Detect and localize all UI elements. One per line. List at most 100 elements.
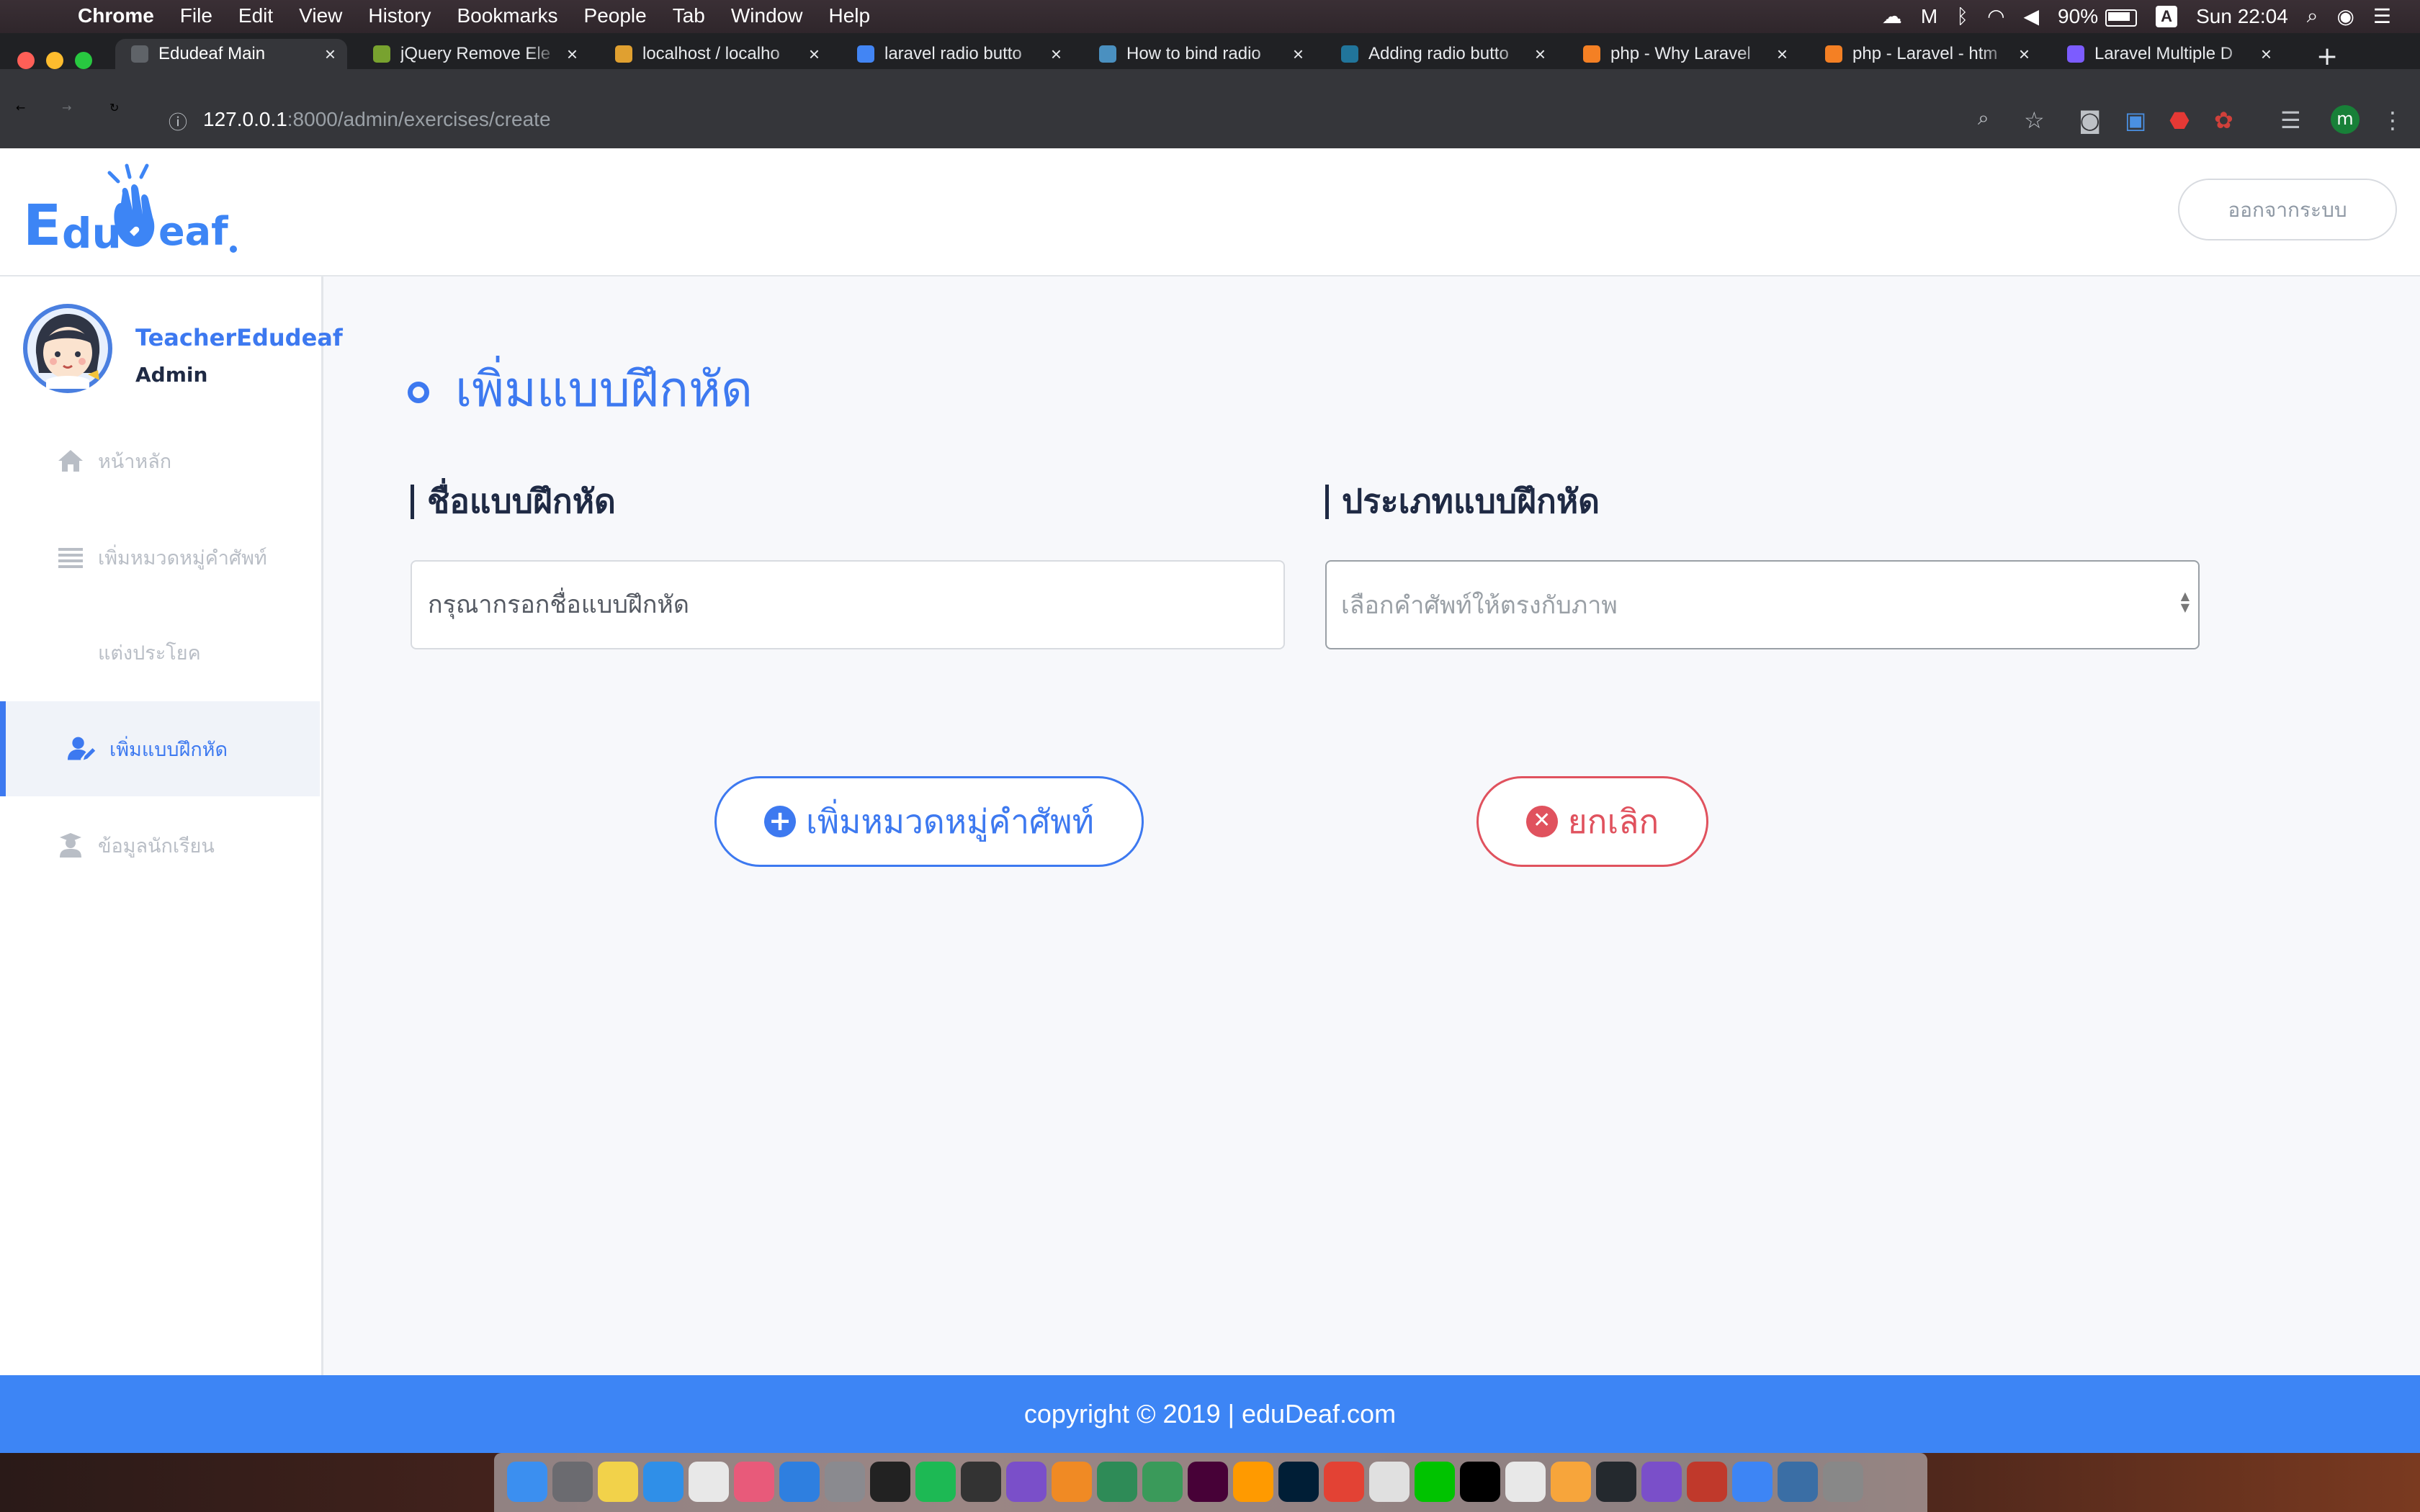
browser-tab[interactable]: jQuery Remove Ele × (357, 39, 589, 69)
dock-app-icon[interactable] (915, 1462, 956, 1502)
tab-close-icon[interactable]: × (1777, 43, 1788, 66)
menu-view[interactable]: View (299, 4, 342, 27)
address-bar[interactable]: ⓘ 127.0.0.1:8000/admin/exercises/create … (158, 99, 2017, 140)
dock-app-icon[interactable] (1732, 1462, 1773, 1502)
menu-file[interactable]: File (180, 4, 212, 27)
menu-bookmarks[interactable]: Bookmarks (457, 4, 557, 27)
dock-app-icon[interactable] (1006, 1462, 1047, 1502)
window-zoom-icon[interactable] (75, 52, 92, 69)
screenshot-extension-icon[interactable]: ◙ (2079, 107, 2101, 134)
extension-icon[interactable]: ▣ (2125, 107, 2146, 134)
dock-app-icon[interactable] (552, 1462, 593, 1502)
browser-tab[interactable]: How to bind radio × (1083, 39, 1315, 69)
dock-app-icon[interactable] (1778, 1462, 1818, 1502)
sidebar-item-compose-sentence[interactable]: แต่งประโยค (0, 605, 320, 700)
browser-tab[interactable]: laravel radio butto × (841, 39, 1073, 69)
media-control-icon[interactable]: ☰ (2280, 107, 2301, 134)
profile-avatar[interactable]: m (2331, 105, 2360, 134)
bluetooth-icon[interactable]: ᛒ (1956, 5, 1968, 28)
site-info-icon[interactable]: ⓘ (169, 108, 187, 135)
sidebar-item-student-info[interactable]: ข้อมูลนักเรียน (0, 798, 320, 893)
menu-tab[interactable]: Tab (673, 4, 705, 27)
tab-close-icon[interactable]: × (2261, 43, 2272, 66)
sidebar-item-home[interactable]: หน้าหลัก (0, 413, 320, 508)
dock-app-icon[interactable] (1505, 1462, 1546, 1502)
dock-app-icon[interactable] (1142, 1462, 1183, 1502)
clock[interactable]: Sun 22:04 (2196, 5, 2288, 28)
dock-app-icon[interactable] (870, 1462, 910, 1502)
creative-cloud-icon[interactable]: ☁ (1882, 4, 1902, 28)
edudeaf-logo[interactable]: E du eaf (22, 160, 238, 261)
tab-close-icon[interactable]: × (567, 43, 578, 66)
adblock-extension-icon[interactable]: ⬣ (2169, 107, 2190, 134)
tab-close-icon[interactable]: × (325, 43, 336, 66)
wifi-icon[interactable]: ◠ (1987, 4, 2004, 28)
dock-app-icon[interactable] (507, 1462, 547, 1502)
url-text[interactable]: 127.0.0.1:8000/admin/exercises/create (203, 108, 551, 131)
dock-app-icon[interactable] (1415, 1462, 1455, 1502)
menu-history[interactable]: History (368, 4, 431, 27)
browser-tab[interactable]: Adding radio butto × (1325, 39, 1557, 69)
add-vocabulary-category-button[interactable]: + เพิ่มหมวดหมู่คำศัพท์ (714, 776, 1144, 867)
dock-app-icon[interactable] (1641, 1462, 1682, 1502)
battery-icon[interactable] (2105, 9, 2138, 27)
dock-app-icon[interactable] (1278, 1462, 1319, 1502)
dock-app-icon[interactable] (1324, 1462, 1364, 1502)
sidebar-item-add-exercise[interactable]: เพิ่มแบบฝึกหัด (0, 701, 320, 796)
dock-app-icon[interactable] (1687, 1462, 1727, 1502)
menu-edit[interactable]: Edit (238, 4, 273, 27)
dock-app-icon[interactable] (961, 1462, 1001, 1502)
chrome-menu-icon[interactable]: ⋮ (2381, 107, 2404, 134)
dock-app-icon[interactable] (1369, 1462, 1410, 1502)
exercise-type-select[interactable]: เลือกคำศัพท์ให้ตรงกับภาพ ▲ ▼ (1325, 560, 2200, 649)
dock-app-icon[interactable] (1823, 1462, 1863, 1502)
browser-tab[interactable]: localhost / localho × (599, 39, 831, 69)
tab-close-icon[interactable]: × (1051, 43, 1062, 66)
cancel-button[interactable]: ✕ ยกเลิก (1476, 776, 1708, 867)
spotlight-search-icon[interactable]: ⌕ (2307, 4, 2318, 28)
extension-icon[interactable]: ✿ (2214, 107, 2233, 134)
back-icon[interactable]: ← (16, 101, 25, 114)
tab-close-icon[interactable]: × (1293, 43, 1304, 66)
dock-app-icon[interactable] (1551, 1462, 1591, 1502)
dock-app-icon[interactable] (1596, 1462, 1636, 1502)
tab-close-icon[interactable]: × (809, 43, 820, 66)
browser-tab[interactable]: php - Why Laravel × (1567, 39, 1799, 69)
volume-icon[interactable]: ◀ (2024, 4, 2040, 28)
siri-icon[interactable]: ◉ (2336, 4, 2354, 28)
menu-app-name[interactable]: Chrome (78, 4, 154, 27)
reload-icon[interactable]: ↻ (109, 101, 119, 114)
forward-icon[interactable]: → (62, 101, 71, 114)
new-tab-icon[interactable]: + (2316, 42, 2338, 71)
input-source-icon[interactable]: A (2156, 5, 2178, 27)
dock-app-icon[interactable] (1233, 1462, 1273, 1502)
dock-app-icon[interactable] (598, 1462, 638, 1502)
notification-center-icon[interactable]: ☰ (2373, 4, 2391, 28)
menu-window[interactable]: Window (731, 4, 803, 27)
tab-close-icon[interactable]: × (1535, 43, 1546, 66)
dock-app-icon[interactable] (779, 1462, 820, 1502)
dock-app-icon[interactable] (643, 1462, 684, 1502)
window-close-icon[interactable] (17, 52, 35, 69)
dock-app-icon[interactable] (825, 1462, 865, 1502)
battery-percent[interactable]: 90% (2058, 5, 2098, 28)
tab-close-icon[interactable]: × (2019, 43, 2030, 66)
dock-app-icon[interactable] (1052, 1462, 1092, 1502)
bookmark-star-icon[interactable]: ☆ (2024, 107, 2045, 134)
gmail-icon[interactable]: M (1921, 5, 1937, 28)
dock-app-icon[interactable] (734, 1462, 774, 1502)
dock-app-icon[interactable] (1097, 1462, 1137, 1502)
menu-people[interactable]: People (584, 4, 647, 27)
menu-help[interactable]: Help (828, 4, 870, 27)
zoom-icon[interactable]: ⌕ (1978, 107, 1989, 130)
logout-button[interactable]: ออกจากระบบ (2178, 179, 2397, 240)
browser-tab[interactable]: Edudeaf Main × (115, 39, 347, 69)
sidebar-item-add-vocabulary-category[interactable]: เพิ่มหมวดหมู่คำศัพท์ (0, 510, 320, 605)
window-minimize-icon[interactable] (46, 52, 63, 69)
dock-app-icon[interactable] (1188, 1462, 1228, 1502)
dock-app-icon[interactable] (689, 1462, 729, 1502)
dock-app-icon[interactable] (1460, 1462, 1500, 1502)
browser-tab[interactable]: Laravel Multiple D × (2051, 39, 2283, 69)
exercise-name-input[interactable] (411, 560, 1285, 649)
browser-tab[interactable]: php - Laravel - htm × (1809, 39, 2041, 69)
